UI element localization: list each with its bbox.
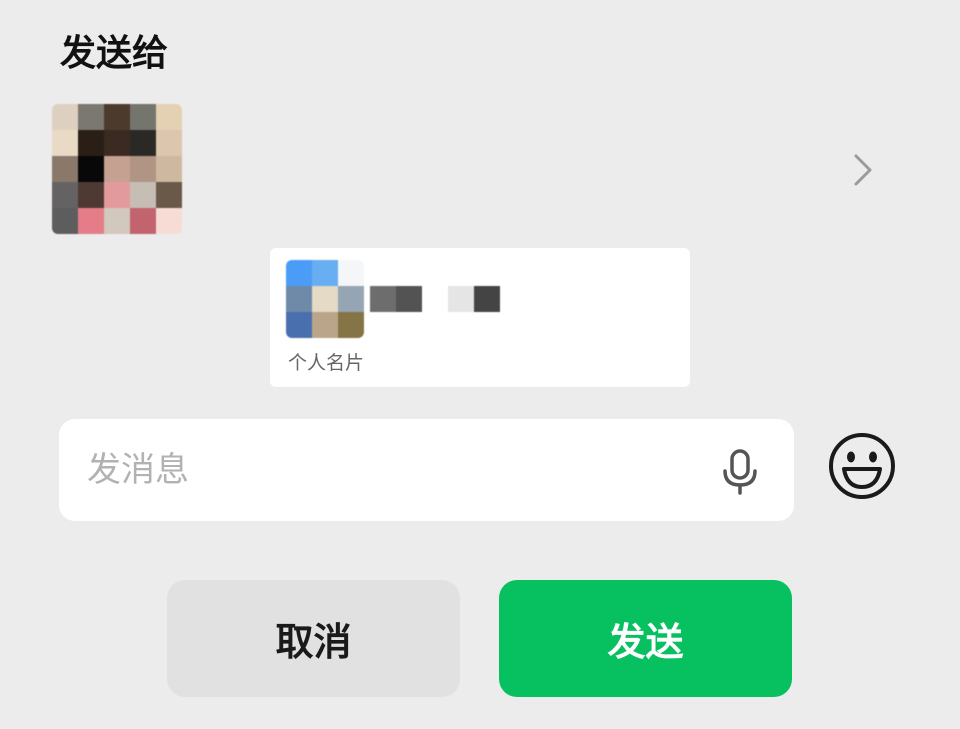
- emoji-smile-icon[interactable]: [827, 431, 897, 501]
- avatar-mosaic-cell: [156, 208, 182, 234]
- avatar-mosaic-cell: [130, 156, 156, 182]
- card-name-blurred: [370, 286, 500, 312]
- microphone-icon[interactable]: [721, 449, 759, 495]
- message-box: [59, 419, 794, 521]
- avatar-mosaic-cell: [338, 312, 364, 338]
- avatar-mosaic-cell: [78, 156, 104, 182]
- avatar-mosaic-cell: [104, 130, 130, 156]
- avatar-mosaic-cell: [104, 104, 130, 130]
- avatar-mosaic-cell: [312, 260, 338, 286]
- avatar-mosaic-cell: [78, 104, 104, 130]
- avatar-mosaic-cell: [338, 286, 364, 312]
- avatar-mosaic-cell: [286, 312, 312, 338]
- avatar-mosaic-cell: [130, 130, 156, 156]
- name-mosaic-cell: [422, 286, 448, 312]
- avatar-mosaic-cell: [78, 208, 104, 234]
- avatar-mosaic-cell: [78, 130, 104, 156]
- cancel-button[interactable]: 取消: [167, 580, 460, 697]
- avatar-mosaic-cell: [286, 286, 312, 312]
- card-type-label: 个人名片: [288, 352, 365, 374]
- name-mosaic-cell: [396, 286, 422, 312]
- avatar-mosaic-cell: [130, 208, 156, 234]
- send-button[interactable]: 发送: [499, 580, 792, 697]
- name-mosaic-cell: [370, 286, 396, 312]
- contact-card-preview: 个人名片: [270, 248, 690, 387]
- avatar-mosaic-cell: [52, 182, 78, 208]
- avatar-mosaic-cell: [104, 208, 130, 234]
- avatar-mosaic-cell: [52, 130, 78, 156]
- avatar-mosaic-cell: [104, 156, 130, 182]
- avatar-mosaic-cell: [104, 182, 130, 208]
- message-input[interactable]: [87, 419, 707, 521]
- avatar-mosaic-cell: [130, 182, 156, 208]
- recipient-avatar[interactable]: [52, 104, 182, 234]
- avatar-mosaic-cell: [312, 286, 338, 312]
- avatar-mosaic-cell: [78, 182, 104, 208]
- name-mosaic-cell: [474, 286, 500, 312]
- avatar-mosaic-cell: [52, 208, 78, 234]
- chevron-right-icon[interactable]: [848, 150, 876, 190]
- avatar-mosaic-cell: [156, 130, 182, 156]
- avatar-mosaic-cell: [52, 156, 78, 182]
- card-avatar: [286, 260, 364, 338]
- avatar-mosaic-cell: [130, 104, 156, 130]
- avatar-mosaic-cell: [286, 260, 312, 286]
- avatar-mosaic-cell: [312, 312, 338, 338]
- avatar-mosaic-cell: [338, 260, 364, 286]
- avatar-mosaic-cell: [156, 182, 182, 208]
- avatar-mosaic-cell: [52, 104, 78, 130]
- dialog-title: 发送给: [60, 33, 169, 74]
- name-mosaic-cell: [448, 286, 474, 312]
- avatar-mosaic-cell: [156, 104, 182, 130]
- avatar-mosaic-cell: [156, 156, 182, 182]
